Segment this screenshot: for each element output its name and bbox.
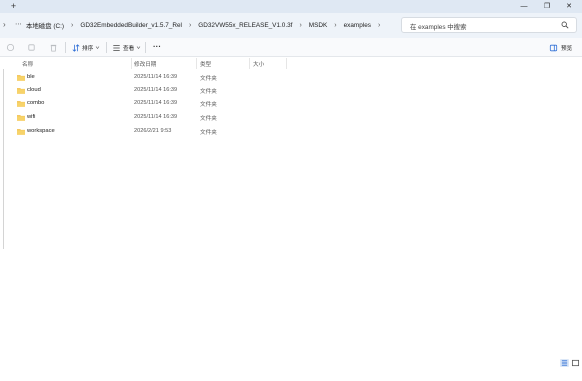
breadcrumb: 本地磁盘 (C:) › GD32EmbeddedBuilder_v1.5.7_R…	[26, 13, 387, 38]
chevron-down-icon	[95, 46, 100, 49]
file-row[interactable]: ble 2025/11/14 16:39 文件夹	[0, 71, 582, 84]
file-date: 2025/11/14 16:39	[134, 100, 178, 106]
preview-label: 预览	[561, 45, 573, 52]
search-input[interactable]: 在 examples 中搜索	[401, 17, 577, 33]
new-tab-button[interactable]: +	[8, 1, 19, 12]
file-name: wifi	[27, 114, 36, 120]
title-bar: + — ❐ ✕	[0, 0, 582, 13]
preview-button[interactable]: 预览	[549, 42, 572, 53]
folder-icon	[17, 129, 25, 135]
column-header-type[interactable]: 类型	[200, 60, 211, 68]
breadcrumb-item-examples[interactable]: examples	[344, 22, 371, 29]
column-divider[interactable]	[249, 58, 250, 69]
path-overflow-button[interactable]: ⋯	[15, 20, 22, 28]
copy-icon[interactable]	[27, 43, 36, 52]
file-date: 2025/11/14 16:39	[134, 74, 178, 80]
view-button[interactable]: 查看	[112, 42, 141, 53]
column-header-size[interactable]: 大小	[253, 60, 264, 68]
expand-nav-button[interactable]: ›	[3, 20, 6, 29]
column-header-date[interactable]: 修改日期	[134, 60, 156, 68]
sort-label: 排序	[82, 45, 94, 52]
cut-icon[interactable]	[6, 43, 15, 52]
file-row[interactable]: workspace 2026/2/21 9:53 文件夹	[0, 125, 582, 138]
file-name: combo	[27, 100, 45, 106]
navigation-pane-edge[interactable]	[3, 69, 4, 249]
sort-icon	[72, 43, 80, 52]
minimize-button[interactable]: —	[518, 1, 530, 12]
file-name: workspace	[27, 128, 55, 134]
delete-icon[interactable]	[49, 43, 58, 52]
file-type: 文件夹	[200, 102, 217, 108]
file-row[interactable]: wifi 2025/11/14 16:39 文件夹	[0, 111, 582, 124]
file-row[interactable]: combo 2025/11/14 16:39 文件夹	[0, 97, 582, 110]
breadcrumb-separator[interactable]: ›	[299, 22, 301, 29]
file-type: 文件夹	[200, 116, 217, 122]
breadcrumb-item-builder[interactable]: GD32EmbeddedBuilder_v1.5.7_Rel	[80, 22, 182, 29]
search-icon[interactable]	[561, 21, 569, 29]
toolbar-divider	[106, 42, 107, 53]
status-bar	[0, 357, 582, 381]
more-options-button[interactable]: ···	[153, 42, 161, 51]
file-name: cloud	[27, 87, 41, 93]
tiles-view-icon[interactable]	[571, 359, 580, 367]
details-view-icon[interactable]	[560, 359, 569, 367]
folder-icon	[17, 115, 25, 121]
breadcrumb-item-msdk[interactable]: MSDK	[309, 22, 327, 29]
preview-icon	[549, 44, 558, 51]
file-date: 2025/11/14 16:39	[134, 87, 178, 93]
folder-icon	[17, 88, 25, 94]
column-divider[interactable]	[196, 58, 197, 69]
close-button[interactable]: ✕	[563, 1, 575, 12]
breadcrumb-separator[interactable]: ›	[334, 22, 336, 29]
file-date: 2025/11/14 16:39	[134, 114, 178, 120]
folder-icon	[17, 101, 25, 107]
breadcrumb-separator[interactable]: ›	[189, 22, 191, 29]
toolbar-divider	[145, 42, 146, 53]
command-bar: 排序 查看 ··· 预览	[0, 38, 582, 57]
column-divider[interactable]	[131, 58, 132, 69]
breadcrumb-item-release[interactable]: GD32VW55x_RELEASE_V1.0.3f	[198, 22, 292, 29]
column-divider[interactable]	[286, 58, 287, 69]
sort-button[interactable]: 排序	[72, 42, 100, 53]
column-header-name[interactable]: 名称	[22, 60, 33, 68]
file-type: 文件夹	[200, 130, 217, 136]
search-placeholder: 在 examples 中搜索	[410, 24, 467, 31]
breadcrumb-item-drive[interactable]: 本地磁盘 (C:)	[26, 21, 64, 30]
file-date: 2026/2/21 9:53	[134, 128, 172, 134]
view-icon	[113, 44, 120, 51]
toolbar-divider	[65, 42, 66, 53]
breadcrumb-separator[interactable]: ›	[378, 22, 380, 29]
file-type: 文件夹	[200, 89, 217, 95]
file-row[interactable]: cloud 2025/11/14 16:39 文件夹	[0, 84, 582, 97]
file-name: ble	[27, 74, 35, 80]
restore-button[interactable]: ❐	[541, 1, 553, 12]
chevron-down-icon	[136, 46, 141, 49]
view-label: 查看	[123, 45, 135, 52]
file-list: 名称 修改日期 类型 大小 ble 2025/11/14 16:39 文件夹 c…	[0, 57, 582, 357]
file-type: 文件夹	[200, 76, 217, 82]
folder-icon	[17, 75, 25, 81]
address-bar: › ⋯ 本地磁盘 (C:) › GD32EmbeddedBuilder_v1.5…	[0, 13, 582, 38]
column-headers: 名称 修改日期 类型 大小	[0, 57, 582, 70]
breadcrumb-separator[interactable]: ›	[71, 22, 73, 29]
